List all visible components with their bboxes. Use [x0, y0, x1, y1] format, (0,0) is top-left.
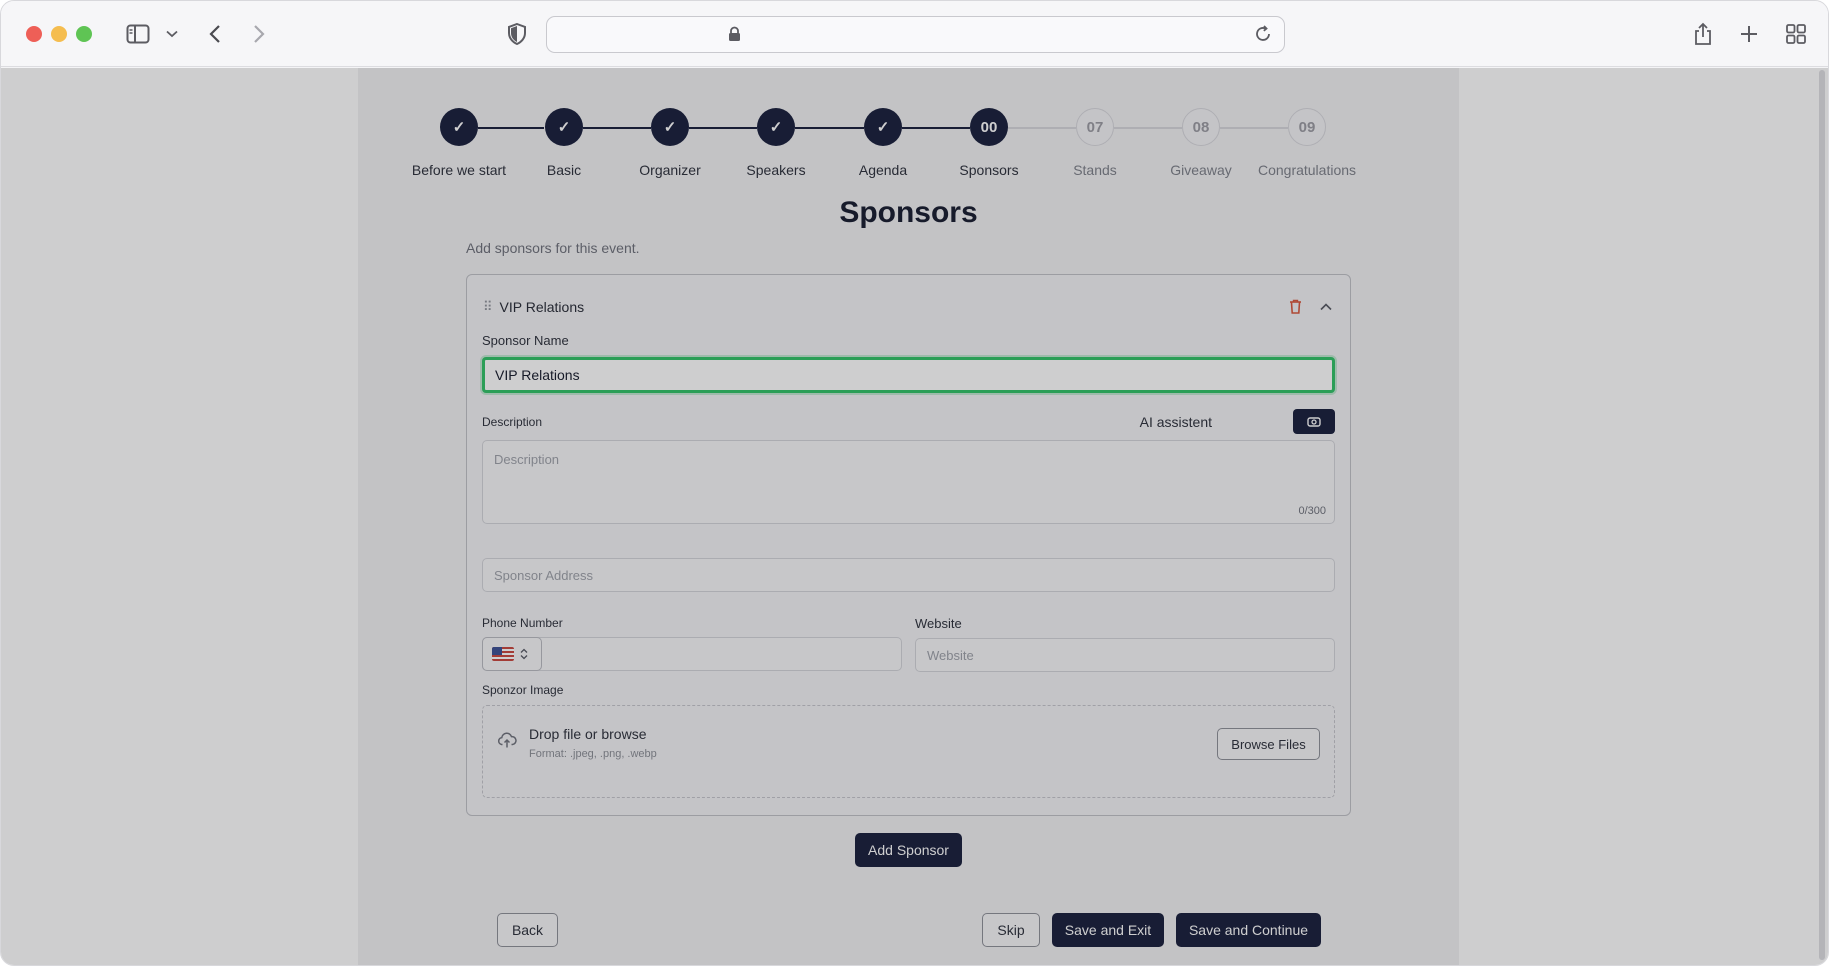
lock-icon [728, 26, 741, 47]
step-number: 07 [1076, 108, 1114, 146]
character-counter: 0/300 [1298, 505, 1326, 517]
sponsor-card-title: VIP Relations [499, 299, 585, 315]
step-label: Sponsors [959, 162, 1019, 178]
chevron-up-icon[interactable] [1320, 298, 1332, 316]
browser-window: ✓ Before we start ✓ Basic ✓ Organizer ✓ … [0, 0, 1829, 966]
tab-overview-icon[interactable] [1784, 19, 1808, 49]
ai-assistant-button[interactable] [1293, 409, 1335, 434]
step-label: Before we start [411, 162, 507, 178]
trash-icon[interactable] [1289, 299, 1302, 319]
step-stands[interactable]: 07 Stands [1035, 108, 1155, 178]
step-giveaway[interactable]: 08 Giveaway [1141, 108, 1261, 178]
sponsor-image-label: Sponzor Image [482, 683, 564, 697]
check-icon: ✓ [757, 108, 795, 146]
save-and-continue-button[interactable]: Save and Continue [1176, 913, 1321, 947]
web-page: ✓ Before we start ✓ Basic ✓ Organizer ✓ … [1, 68, 1828, 965]
wizard-content: ✓ Before we start ✓ Basic ✓ Organizer ✓ … [358, 68, 1459, 965]
page-title: Sponsors [839, 196, 978, 229]
file-format-hint: Format: .jpeg, .png, .webp [529, 748, 657, 760]
new-tab-icon[interactable] [1738, 19, 1760, 49]
step-label: Speakers [746, 162, 806, 178]
browse-files-button[interactable]: Browse Files [1217, 728, 1320, 760]
phone-number-label: Phone Number [482, 616, 563, 630]
page-subtitle: Add sponsors for this event. [466, 240, 640, 256]
maximize-window-button[interactable] [76, 26, 92, 42]
step-label: Organizer [639, 162, 701, 178]
sponsor-address-input[interactable]: Sponsor Address [482, 558, 1335, 592]
back-button[interactable]: Back [497, 913, 558, 947]
description-label: Description [482, 415, 543, 429]
description-textarea[interactable]: Description 0/300 [482, 440, 1335, 524]
page-scrollbar[interactable] [1819, 70, 1825, 960]
check-icon: ✓ [864, 108, 902, 146]
chevron-down-icon[interactable] [165, 19, 179, 49]
address-bar[interactable] [546, 16, 1285, 53]
forward-arrow-icon[interactable] [249, 19, 269, 49]
description-placeholder: Description [494, 452, 560, 467]
step-label: Agenda [858, 162, 908, 178]
step-number: 09 [1288, 108, 1326, 146]
country-code-select[interactable] [482, 637, 542, 671]
check-icon: ✓ [651, 108, 689, 146]
website-label: Website [915, 616, 962, 631]
step-before-we-start[interactable]: ✓ Before we start [399, 108, 519, 178]
step-agenda[interactable]: ✓ Agenda [823, 108, 943, 178]
step-label: Congratulations [1257, 162, 1357, 178]
step-congratulations[interactable]: 09 Congratulations [1247, 108, 1367, 178]
step-basic[interactable]: ✓ Basic [504, 108, 624, 178]
cloud-upload-icon [497, 732, 517, 753]
drop-file-title: Drop file or browse [529, 726, 647, 742]
sponsor-card: ⠿ VIP Relations Sponsor Name VIP Relatio… [466, 274, 1351, 816]
ai-assistant-label: AI assistent [1139, 414, 1212, 430]
add-sponsor-button[interactable]: Add Sponsor [855, 833, 962, 867]
website-input[interactable]: Website [915, 638, 1335, 672]
phone-number-input[interactable] [482, 637, 902, 671]
check-icon: ✓ [545, 108, 583, 146]
step-label: Stands [1073, 162, 1117, 178]
us-flag-icon [492, 647, 514, 661]
drag-handle-icon[interactable]: ⠿ [483, 299, 492, 315]
sponsor-name-input[interactable]: VIP Relations [482, 357, 1335, 393]
step-number: 00 [970, 108, 1008, 146]
step-label: Giveaway [1170, 162, 1232, 178]
sparkle-camera-icon [1307, 417, 1321, 427]
step-speakers[interactable]: ✓ Speakers [716, 108, 836, 178]
back-arrow-icon[interactable] [205, 19, 225, 49]
check-icon: ✓ [440, 108, 478, 146]
step-sponsors[interactable]: 00 Sponsors [929, 108, 1049, 178]
sidebar-toggle-icon[interactable] [125, 19, 151, 49]
share-icon[interactable] [1692, 19, 1714, 49]
sponsor-name-label: Sponsor Name [482, 333, 569, 348]
step-label: Basic [546, 162, 582, 178]
minimize-window-button[interactable] [51, 26, 67, 42]
sponsor-address-placeholder: Sponsor Address [494, 567, 594, 583]
skip-button[interactable]: Skip [982, 913, 1040, 947]
browser-toolbar [1, 1, 1828, 67]
step-number: 08 [1182, 108, 1220, 146]
step-organizer[interactable]: ✓ Organizer [610, 108, 730, 178]
close-window-button[interactable] [26, 26, 42, 42]
website-placeholder: Website [927, 647, 974, 663]
privacy-shield-icon[interactable] [506, 19, 528, 49]
sponsor-card-header[interactable]: ⠿ VIP Relations [483, 299, 584, 315]
up-down-chevron-icon [520, 648, 528, 660]
reload-icon[interactable] [1254, 25, 1272, 48]
file-dropzone[interactable]: Drop file or browse Format: .jpeg, .png,… [482, 705, 1335, 798]
save-and-exit-button[interactable]: Save and Exit [1052, 913, 1164, 947]
